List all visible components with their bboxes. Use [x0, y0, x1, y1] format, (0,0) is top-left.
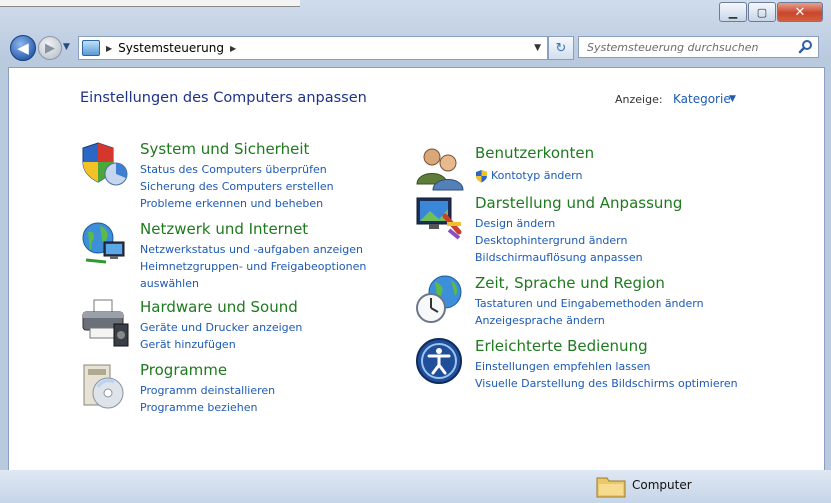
category-link[interactable]: Bildschirmauflösung anpassen: [475, 249, 643, 266]
navigation-bar: ◀ ▶ ▼ ▶ Systemsteuerung ▶ ▼ ↻: [0, 30, 831, 66]
maximize-button[interactable]: ▢: [748, 2, 776, 22]
network-globe-icon: [82, 222, 125, 264]
category-title[interactable]: Netzwerk und Internet: [140, 220, 308, 238]
refresh-button[interactable]: ↻: [548, 36, 574, 60]
display-icon: [416, 197, 462, 240]
category-title[interactable]: Benutzerkonten: [475, 144, 594, 162]
category-link[interactable]: Kontotyp ändern: [475, 167, 582, 184]
category-network-internet: Netzwerk und Internet Netzwerkstatus und…: [80, 220, 380, 290]
view-by-dropdown[interactable]: Kategorie: [673, 92, 731, 106]
programs-disc-icon: [83, 364, 124, 409]
close-button[interactable]: ✕: [777, 2, 823, 22]
category-programs: Programme Programm deinstallieren Progra…: [80, 361, 370, 417]
search-input[interactable]: [585, 40, 794, 55]
uac-shield-icon: [476, 169, 487, 182]
category-link[interactable]: auswählen: [140, 275, 366, 292]
category-link[interactable]: Einstellungen empfehlen lassen: [475, 358, 738, 375]
breadcrumb-arrow-icon[interactable]: ▶: [230, 44, 236, 53]
window-controls: ▁ ▢ ✕: [718, 2, 823, 22]
back-button[interactable]: ◀: [10, 35, 36, 61]
title-bar[interactable]: ▁ ▢ ✕: [0, 0, 831, 30]
category-link[interactable]: Desktophintergrund ändern: [475, 232, 643, 249]
control-panel-icon: [82, 40, 100, 56]
category-link[interactable]: Anzeigesprache ändern: [475, 312, 704, 329]
category-link[interactable]: Sicherung des Computers erstellen: [140, 178, 334, 195]
computer-folder-icon: [596, 477, 626, 498]
category-link[interactable]: Status des Computers überprüfen: [140, 161, 334, 178]
breadcrumb-arrow-icon[interactable]: ▶: [106, 44, 112, 53]
address-bar[interactable]: ▶ Systemsteuerung ▶ ▼: [78, 36, 548, 60]
category-link-text[interactable]: Kontotyp ändern: [491, 167, 582, 184]
category-title[interactable]: Zeit, Sprache und Region: [475, 274, 665, 292]
search-icon[interactable]: [798, 39, 814, 55]
category-title[interactable]: Erleichterte Bedienung: [475, 337, 648, 355]
chevron-down-icon[interactable]: ▼: [729, 94, 736, 104]
category-link[interactable]: Netzwerkstatus und -aufgaben anzeigen: [140, 241, 366, 258]
printer-icon: [82, 299, 129, 347]
category-title[interactable]: System und Sicherheit: [140, 140, 309, 158]
category-link[interactable]: Heimnetzgruppen- und Freigabeoptionen: [140, 258, 366, 275]
category-link[interactable]: Design ändern: [475, 215, 643, 232]
category-title[interactable]: Programme: [140, 361, 227, 379]
category-title[interactable]: Hardware und Sound: [140, 298, 298, 316]
background-strip: [0, 0, 300, 7]
category-link[interactable]: Tastaturen und Eingabemethoden ändern: [475, 295, 704, 312]
main-content: Einstellungen des Computers anpassen Anz…: [8, 67, 825, 471]
shield-icon: [82, 142, 128, 186]
users-icon: [416, 148, 464, 191]
category-system-security: System und Sicherheit Status des Compute…: [80, 140, 370, 210]
category-ease-of-access: Erleichterte Bedienung Einstellungen emp…: [415, 337, 745, 392]
control-panel-window: ▁ ▢ ✕ ◀ ▶ ▼ ▶ Systemsteuerung ▶ ▼ ↻ Eins…: [0, 0, 831, 503]
recent-pages-dropdown[interactable]: ▼: [63, 42, 70, 52]
forward-button[interactable]: ▶: [38, 36, 62, 60]
minimize-button[interactable]: ▁: [719, 2, 747, 22]
status-location-label: Computer: [632, 478, 692, 492]
category-link[interactable]: Probleme erkennen und beheben: [140, 195, 334, 212]
category-user-accounts: Benutzerkonten Kontotyp ändern: [415, 144, 715, 191]
breadcrumb-control-panel[interactable]: Systemsteuerung: [118, 41, 224, 55]
address-dropdown-icon[interactable]: ▼: [534, 43, 541, 53]
ease-of-access-icon: [416, 338, 462, 384]
category-link[interactable]: Gerät hinzufügen: [140, 336, 302, 353]
category-link[interactable]: Geräte und Drucker anzeigen: [140, 319, 302, 336]
search-box[interactable]: [578, 36, 819, 58]
category-appearance: Darstellung und Anpassung Design ändern …: [415, 194, 715, 264]
category-link[interactable]: Programme beziehen: [140, 399, 275, 416]
category-link[interactable]: Programm deinstallieren: [140, 382, 275, 399]
status-bar: Computer: [0, 470, 831, 503]
view-by-label: Anzeige:: [615, 93, 663, 106]
category-hardware-sound: Hardware und Sound Geräte und Drucker an…: [80, 298, 370, 358]
clock-globe-icon: [416, 275, 462, 323]
category-title[interactable]: Darstellung und Anpassung: [475, 194, 682, 212]
category-link[interactable]: Visuelle Darstellung des Bildschirms opt…: [475, 375, 738, 392]
page-title: Einstellungen des Computers anpassen: [80, 90, 367, 106]
category-time-language-region: Zeit, Sprache und Region Tastaturen und …: [415, 274, 715, 329]
